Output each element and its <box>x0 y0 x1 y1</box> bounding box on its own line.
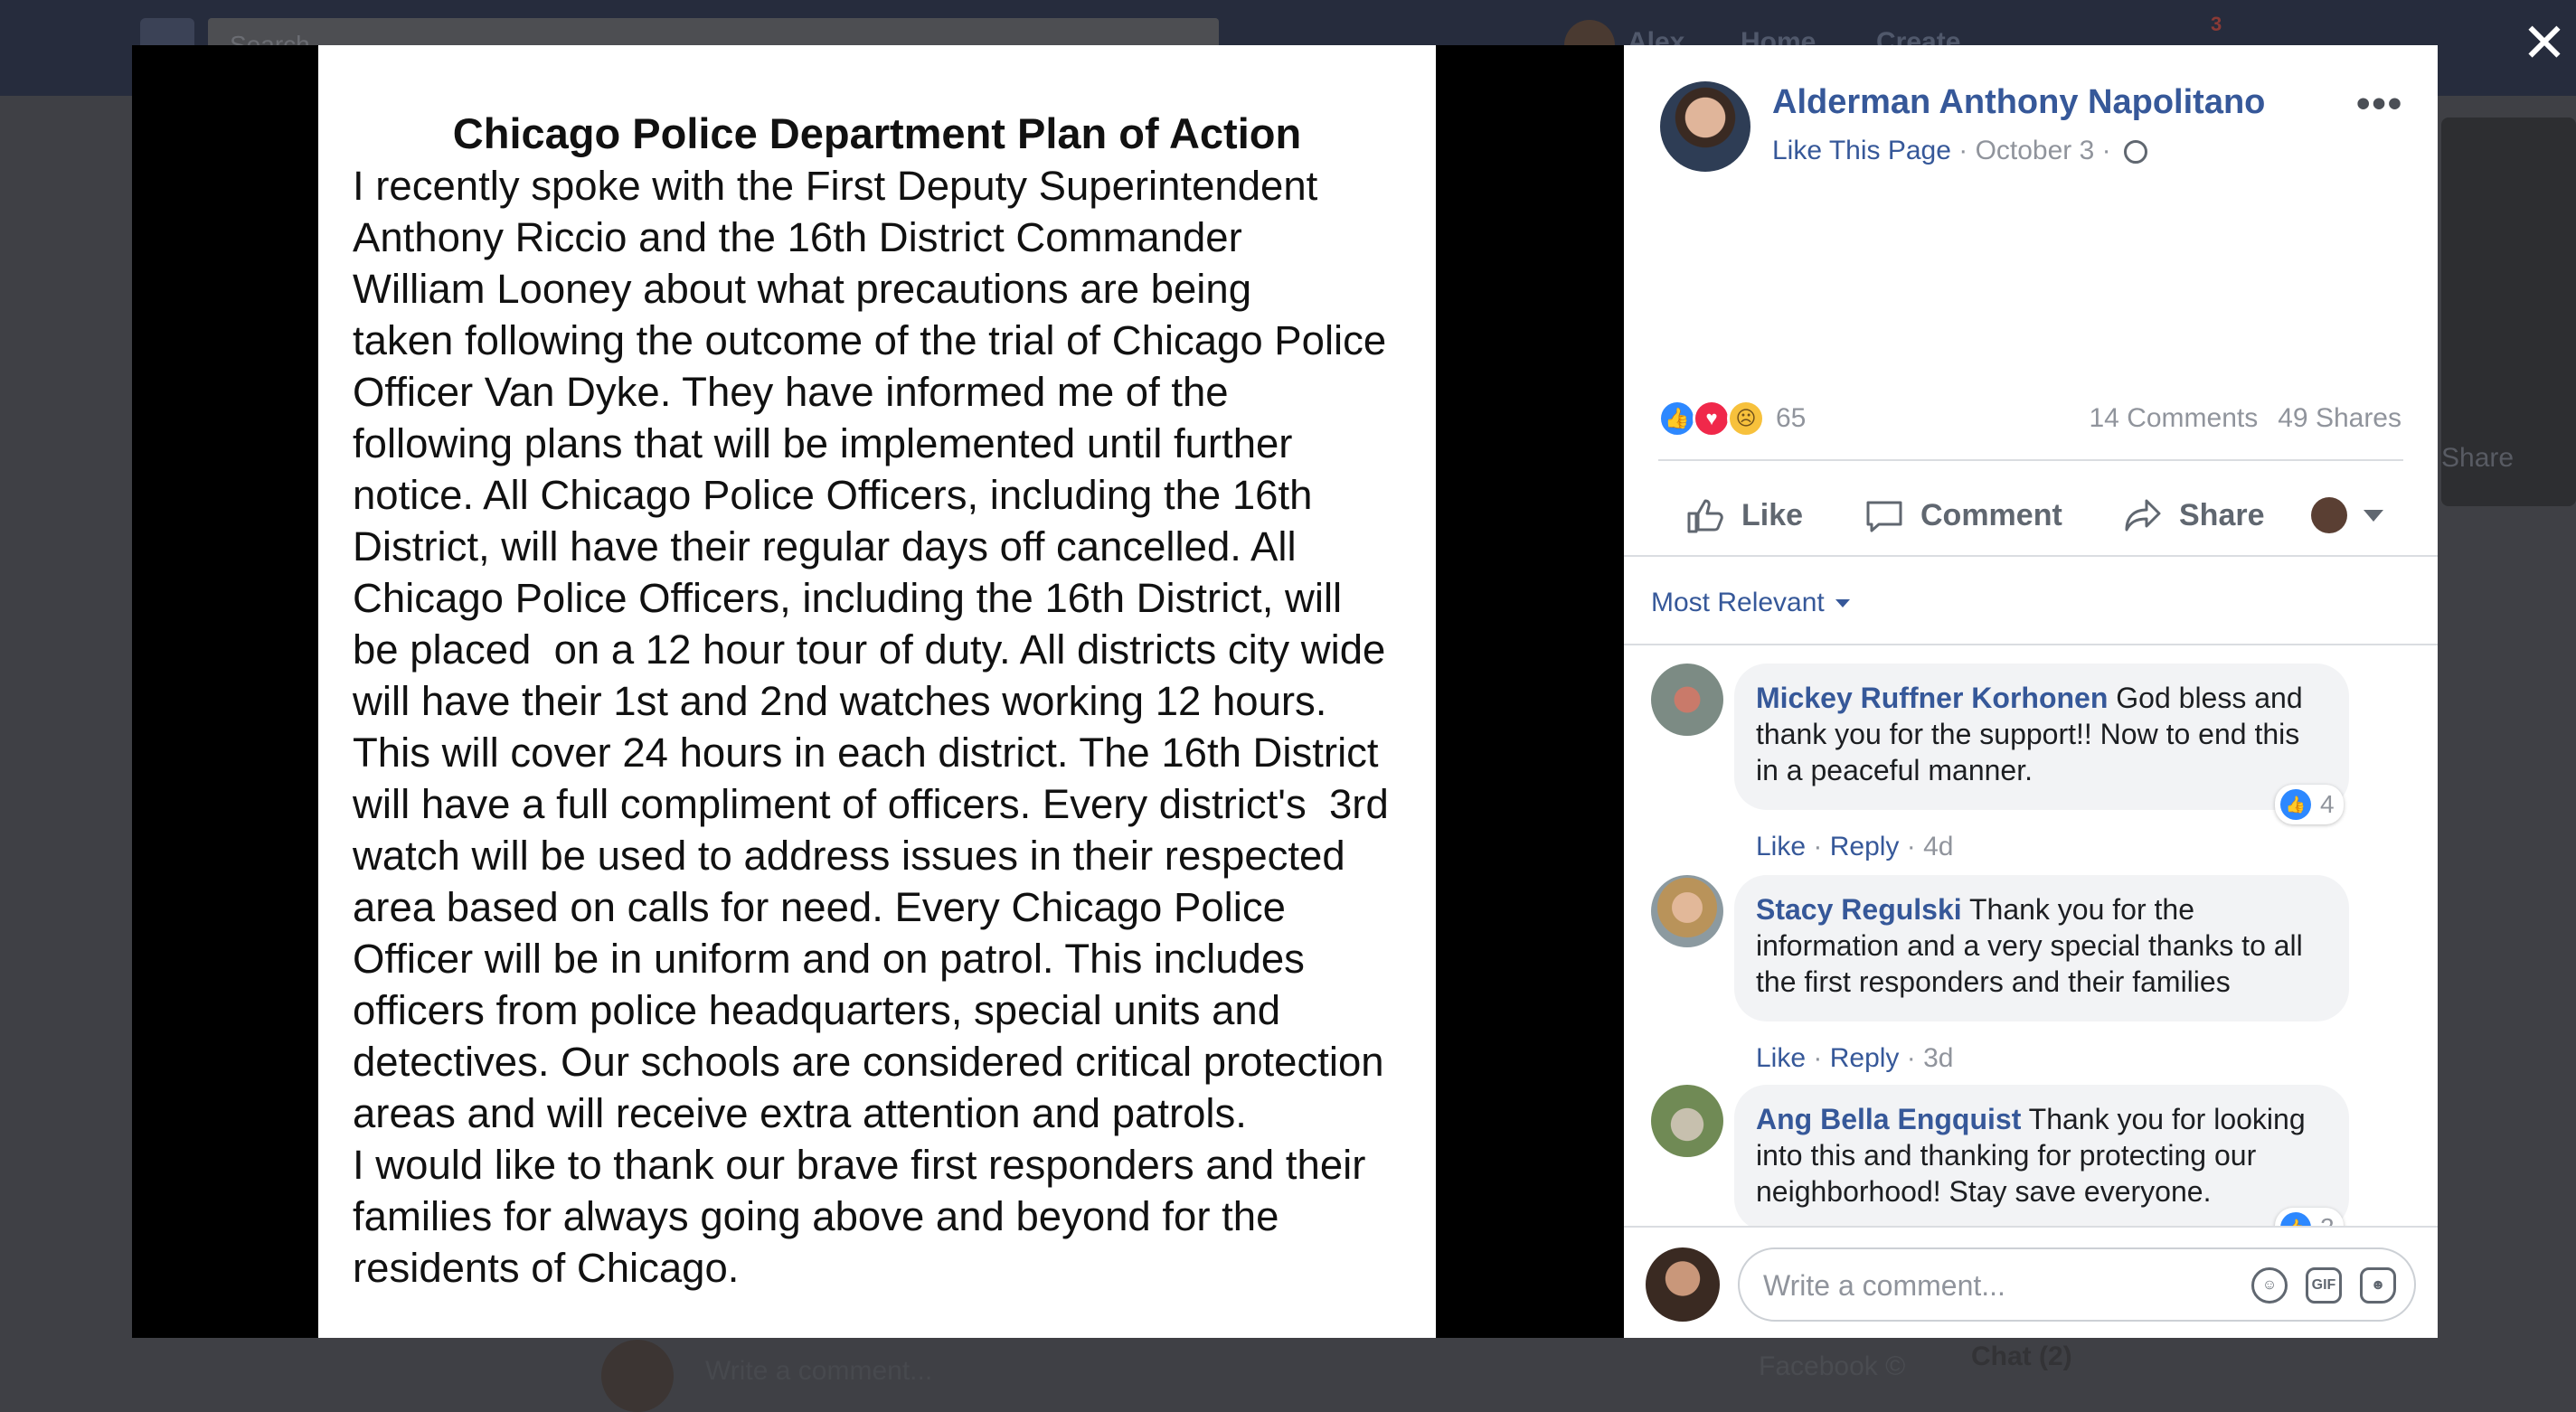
comment-button-label: Comment <box>1920 497 2062 532</box>
sort-label: Most Relevant <box>1651 588 1825 617</box>
divider <box>1624 555 2438 557</box>
comment-author-link[interactable]: Mickey Ruffner Korhonen <box>1756 682 2108 714</box>
sort-comments-dropdown[interactable]: Most Relevant <box>1651 588 1850 618</box>
comment-icon <box>1866 501 1902 532</box>
post-date[interactable]: October 3 <box>1976 136 2095 165</box>
photo-body-text: I recently spoke with the First Deputy S… <box>353 163 1389 1291</box>
comment-bubble: Stacy Regulski Thank you for the informa… <box>1734 875 2349 1021</box>
reaction-count: 65 <box>1776 403 1807 433</box>
divider <box>1624 644 2438 645</box>
comment-input[interactable] <box>1761 1262 2235 1309</box>
share-icon <box>2125 499 2161 532</box>
post-actions: Like Comment Share <box>1624 479 2438 551</box>
post-stats: 14 Comments 49 Shares <box>2089 403 2401 434</box>
comment-reply-link[interactable]: Reply <box>1830 832 1900 861</box>
background-notification-badge: 3 <box>2211 13 2222 35</box>
background-footer-avatar <box>601 1340 674 1412</box>
page-name-link[interactable]: Alderman Anthony Napolitano <box>1772 83 2265 122</box>
photo[interactable]: Chicago Police Department Plan of Action… <box>318 45 1436 1338</box>
comment-item: Mickey Ruffner Korhonen God bless and th… <box>1651 664 2429 871</box>
comment-bubble: Mickey Ruffner Korhonen God bless and th… <box>1734 664 2349 810</box>
commenter-avatar[interactable] <box>1651 664 1723 736</box>
share-button-label: Share <box>2179 497 2265 532</box>
sad-reaction-icon: ☹ <box>1727 400 1765 438</box>
shares-count-link[interactable]: 49 Shares <box>2278 403 2401 433</box>
comment-time[interactable]: 4d <box>1923 832 1953 861</box>
gif-icon[interactable]: GIF <box>2306 1267 2342 1304</box>
comment-item: Stacy Regulski Thank you for the informa… <box>1651 875 2429 1083</box>
like-reaction-icon: 👍 <box>2280 789 2311 820</box>
comment-author-link[interactable]: Ang Bella Engquist <box>1756 1103 2021 1135</box>
background-share-label: Share <box>2441 443 2515 473</box>
react-as-selector[interactable] <box>2311 479 2383 551</box>
commenter-avatar[interactable] <box>1651 1085 1723 1157</box>
like-button-label: Like <box>1741 497 1804 532</box>
meta-separator-2: · <box>2094 136 2118 165</box>
comment-button[interactable]: Comment <box>1864 479 2062 551</box>
photo-title: Chicago Police Department Plan of Action <box>452 109 1302 157</box>
comment-time[interactable]: 3d <box>1923 1043 1953 1073</box>
background-chat-label: Chat (2) <box>1971 1341 2072 1371</box>
globe-icon <box>2123 140 2147 164</box>
comment-item: Ang Bella Engquist Thank you for looking… <box>1651 1085 2429 1247</box>
sticker-icon[interactable]: ☻ <box>2360 1267 2396 1304</box>
current-user-avatar <box>1646 1247 1720 1322</box>
like-page-link[interactable]: Like This Page <box>1772 136 1951 165</box>
post-sidebar: Alderman Anthony Napolitano Like This Pa… <box>1624 45 2438 1338</box>
current-user-avatar <box>2311 497 2347 533</box>
like-button[interactable]: Like <box>1685 479 1803 551</box>
like-reaction-icon: 👍 <box>1658 400 1696 438</box>
comment-input-box[interactable]: ☺ GIF ☻ <box>1738 1247 2416 1322</box>
post-meta: Like This Page · October 3 · <box>1772 136 2147 166</box>
comment-bubble: Ang Bella Engquist Thank you for looking… <box>1734 1085 2349 1231</box>
commenter-avatar[interactable] <box>1651 875 1723 947</box>
love-reaction-icon: ♥ <box>1693 400 1731 438</box>
divider <box>1658 459 2403 461</box>
comment-like-link[interactable]: Like <box>1756 832 1806 861</box>
chevron-down-icon <box>2364 509 2383 522</box>
share-button[interactable]: Share <box>2123 479 2265 551</box>
comments-count-link[interactable]: 14 Comments <box>2089 403 2258 433</box>
comment-reaction-count: 4 <box>2320 790 2335 818</box>
thumbs-up-icon <box>1687 499 1723 533</box>
comment-actions: Like · Reply · 4d <box>1756 832 1954 861</box>
comment-reply-link[interactable]: Reply <box>1830 1043 1900 1073</box>
meta-separator: · <box>1950 136 1976 165</box>
comment-author-link[interactable]: Stacy Regulski <box>1756 893 1962 926</box>
more-options-icon[interactable]: ••• <box>2356 81 2403 127</box>
close-icon[interactable]: ✕ <box>2519 16 2570 71</box>
page-avatar[interactable] <box>1660 81 1750 172</box>
comment-actions: Like · Reply · 3d <box>1756 1043 1954 1073</box>
chevron-down-icon <box>1835 599 1850 607</box>
comment-reaction-badge[interactable]: 👍 4 <box>2275 785 2344 824</box>
comment-like-link[interactable]: Like <box>1756 1043 1806 1073</box>
emoji-icon[interactable]: ☺ <box>2251 1267 2288 1304</box>
background-footer-facebook: Facebook © <box>1759 1351 1906 1381</box>
